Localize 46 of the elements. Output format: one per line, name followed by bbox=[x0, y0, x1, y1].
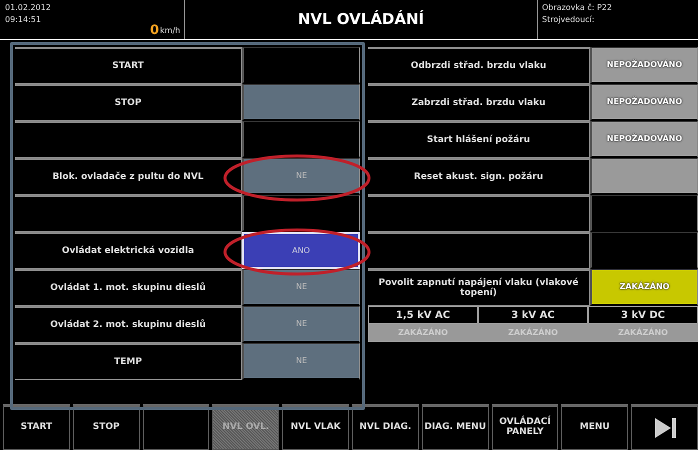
voltage-label: 3 kV DC bbox=[588, 306, 698, 324]
control-label: Ovládat 2. mot. skupinu dieslů bbox=[15, 306, 242, 343]
control-label: Blok. ovladače z pultu do NVL bbox=[15, 158, 242, 195]
speed-value: 0 bbox=[150, 24, 160, 37]
value-button[interactable]: NE bbox=[242, 343, 360, 380]
value-button[interactable]: NE bbox=[242, 269, 360, 306]
driver-label: Strojvedoucí: bbox=[542, 14, 596, 26]
value-button[interactable]: NE bbox=[242, 158, 360, 195]
nav-button[interactable]: NVL OVL. bbox=[212, 404, 280, 450]
next-button[interactable] bbox=[631, 404, 698, 450]
control-label: Ovládat elektrická vozidla bbox=[15, 232, 242, 269]
nav-button[interactable]: OVLÁDACÍ PANELY bbox=[492, 404, 558, 450]
value-button[interactable] bbox=[242, 121, 360, 158]
time-text: 09:14:51 bbox=[5, 14, 42, 26]
nav-button[interactable]: STOP bbox=[72, 404, 140, 450]
value-button[interactable]: NEPOŽADOVÁNO bbox=[590, 84, 698, 121]
nav-button[interactable]: START bbox=[3, 404, 70, 450]
value-button[interactable] bbox=[242, 84, 360, 121]
value-button[interactable]: NE bbox=[242, 306, 360, 343]
nav-button[interactable]: DIAG. MENU bbox=[422, 404, 489, 450]
value-button[interactable] bbox=[590, 158, 698, 195]
value-button[interactable]: NEPOŽADOVÁNO bbox=[590, 47, 698, 84]
nav-button[interactable]: NVL VLAK bbox=[282, 404, 349, 450]
control-label: Povolit zapnutí napájení vlaku (vlakové topení) bbox=[368, 269, 590, 306]
skip-forward-icon bbox=[652, 416, 677, 440]
value-button[interactable]: NEPOŽADOVÁNO bbox=[590, 121, 698, 158]
nav-button[interactable]: NVL DIAG. bbox=[352, 404, 419, 450]
control-label: Start hlášení požáru bbox=[368, 121, 590, 158]
screen-number: Obrazovka č: P22 bbox=[542, 2, 613, 14]
nav-button[interactable]: MENU bbox=[561, 404, 628, 450]
control-label: Odbrzdi střad. brzdu vlaku bbox=[368, 47, 590, 84]
control-label: Reset akust. sign. požáru bbox=[368, 158, 590, 195]
control-label: STOP bbox=[15, 84, 242, 121]
voltage-label: 1,5 kV AC bbox=[368, 306, 478, 324]
value-button[interactable] bbox=[242, 195, 360, 232]
voltage-label: 3 kV AC bbox=[478, 306, 588, 324]
control-label: Ovládat 1. mot. skupinu dieslů bbox=[15, 269, 242, 306]
control-label: Zabrzdi střad. brzdu vlaku bbox=[368, 84, 590, 121]
screen-title: NVL OVLÁDÁNÍ bbox=[298, 9, 424, 30]
control-label: START bbox=[15, 47, 242, 84]
value-button[interactable]: ANO bbox=[242, 232, 360, 269]
speed-unit: km/h bbox=[160, 25, 180, 37]
control-label: TEMP bbox=[15, 343, 242, 380]
nav-button[interactable] bbox=[142, 404, 210, 450]
value-button[interactable]: ZAKÁZÁNO bbox=[590, 269, 698, 306]
date-text: 01.02.2012 bbox=[5, 2, 51, 14]
